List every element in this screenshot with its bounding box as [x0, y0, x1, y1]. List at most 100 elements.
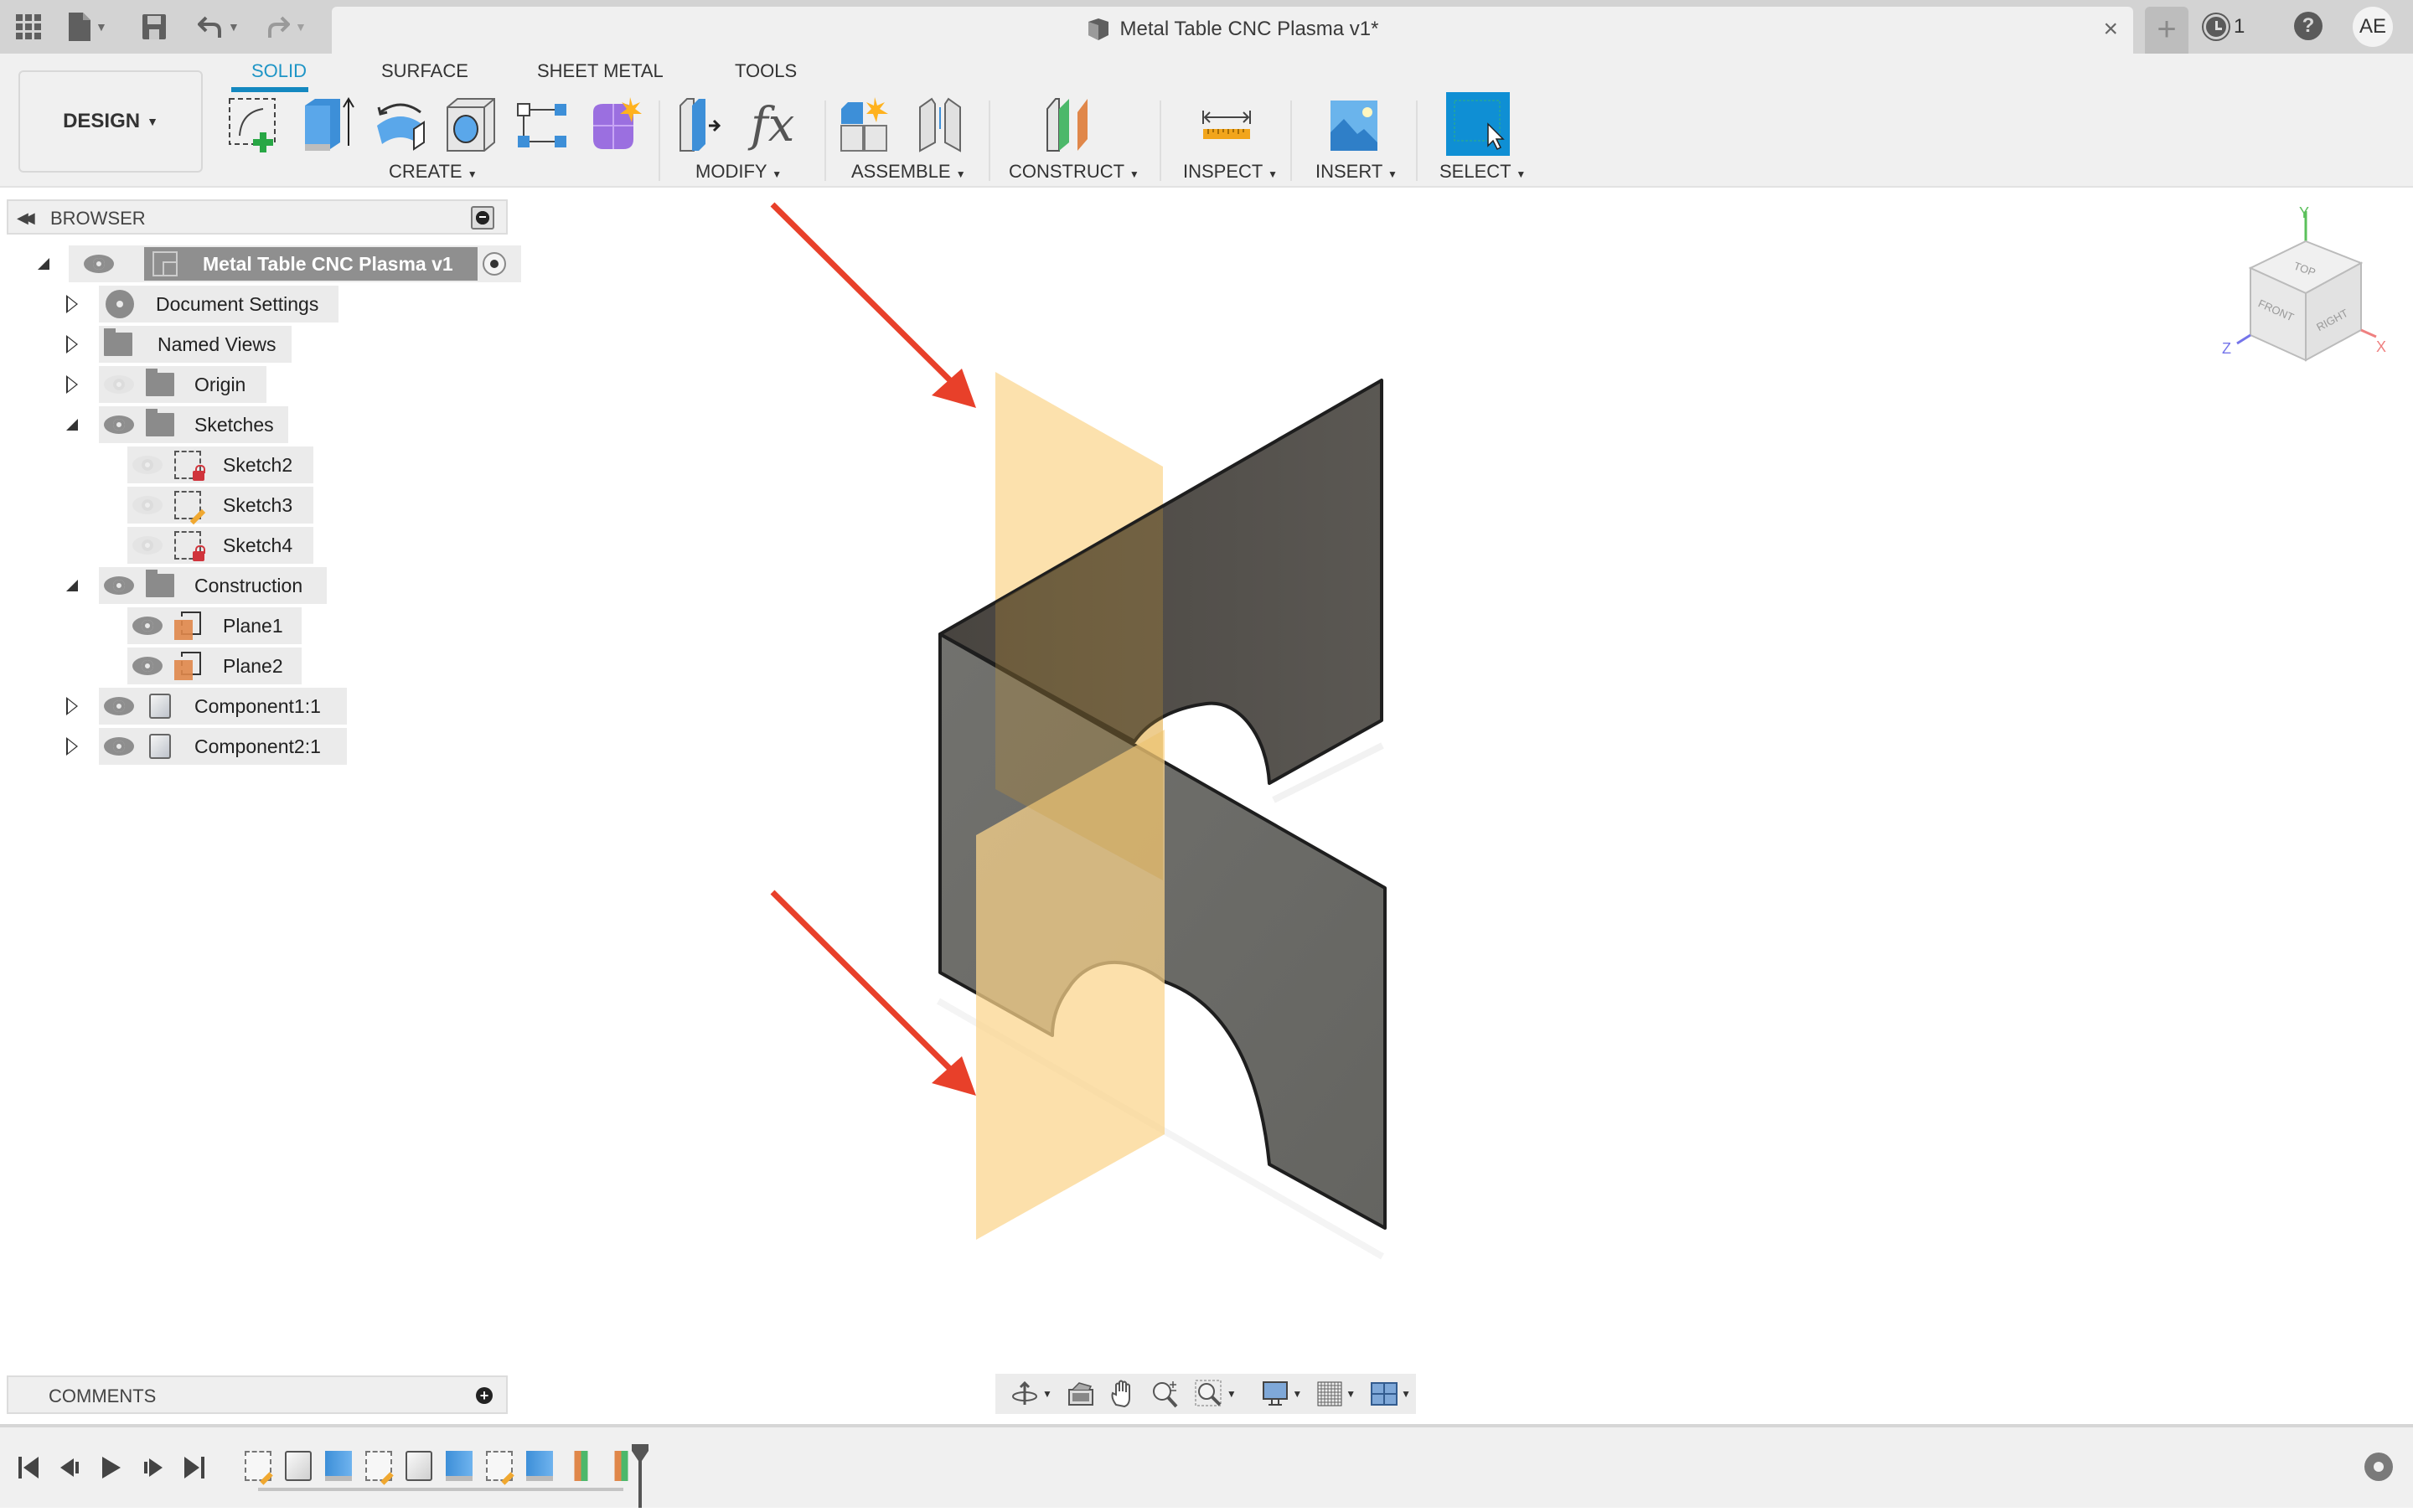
insert-menu[interactable]: INSERT ▼: [1315, 161, 1398, 183]
visibility-eye-icon[interactable]: [104, 576, 134, 595]
expand-toggle[interactable]: [62, 294, 82, 314]
visibility-hidden-icon[interactable]: [132, 456, 163, 474]
skip-to-start-icon: [18, 1457, 39, 1478]
measure-button[interactable]: [1198, 95, 1255, 154]
browser-minimize-button[interactable]: [471, 206, 494, 230]
3d-viewport[interactable]: [0, 189, 2413, 1370]
visibility-hidden-icon[interactable]: [104, 375, 134, 394]
workspace-switcher[interactable]: DESIGN ▼: [18, 70, 203, 173]
undo-button[interactable]: ▼: [198, 10, 240, 44]
expand-toggle[interactable]: [34, 254, 54, 274]
root-label-highlight[interactable]: Metal Table CNC Plasma v1: [144, 247, 478, 281]
timeline-feature-extrude[interactable]: [526, 1451, 553, 1481]
revolve-button[interactable]: [372, 95, 429, 154]
create-sketch-button[interactable]: [226, 95, 283, 154]
grid-snaps-button[interactable]: ▼: [1312, 1377, 1361, 1411]
viewcube[interactable]: Y TOP FRONT RIGHT Z X: [2212, 201, 2396, 377]
select-menu[interactable]: SELECT ▼: [1439, 161, 1526, 183]
document-tab[interactable]: Metal Table CNC Plasma v1* ×: [332, 7, 2133, 54]
new-component-button[interactable]: [838, 95, 895, 154]
timeline-last-button[interactable]: [179, 1453, 209, 1483]
activate-component-radio[interactable]: [483, 252, 506, 276]
tab-sheet-metal[interactable]: SHEET METAL: [537, 60, 664, 82]
visibility-eye-icon[interactable]: [132, 617, 163, 635]
visibility-eye-icon[interactable]: [104, 737, 134, 756]
visibility-eye-icon[interactable]: [132, 657, 163, 675]
job-status-button[interactable]: 1: [2204, 12, 2245, 42]
look-at-button[interactable]: [1062, 1377, 1099, 1411]
offset-plane-button[interactable]: [1044, 95, 1101, 154]
tab-tools[interactable]: TOOLS: [735, 60, 797, 82]
press-pull-button[interactable]: [677, 95, 734, 154]
help-button[interactable]: ?: [2294, 12, 2323, 40]
timeline-feature-component[interactable]: [285, 1451, 312, 1481]
construct-menu[interactable]: CONSTRUCT ▼: [1009, 161, 1139, 183]
chevron-down-icon: ▼: [96, 20, 107, 34]
zoom-icon: [1152, 1381, 1178, 1408]
expand-toggle[interactable]: [62, 334, 82, 354]
collapse-panel-icon[interactable]: ◀◀: [17, 209, 35, 227]
orbit-button[interactable]: ▼: [1005, 1377, 1057, 1411]
expand-toggle[interactable]: [62, 575, 82, 596]
pan-button[interactable]: [1104, 1377, 1141, 1411]
fit-button[interactable]: ▼: [1190, 1377, 1242, 1411]
visibility-eye-icon[interactable]: [104, 415, 134, 434]
assemble-menu[interactable]: ASSEMBLE ▼: [851, 161, 966, 183]
viewports-button[interactable]: ▼: [1366, 1377, 1416, 1411]
inspect-menu[interactable]: INSPECT ▼: [1183, 161, 1278, 183]
display-settings-button[interactable]: ▼: [1257, 1377, 1307, 1411]
create-menu[interactable]: CREATE ▼: [389, 161, 478, 183]
timeline-settings-gear-icon[interactable]: [2364, 1453, 2393, 1481]
file-menu-button[interactable]: ▼: [69, 10, 107, 44]
expand-toggle[interactable]: [62, 736, 82, 756]
visibility-hidden-icon[interactable]: [132, 536, 163, 555]
construction-plane-icon: [174, 652, 201, 680]
redo-button[interactable]: ▼: [265, 10, 307, 44]
timeline-play-button[interactable]: [96, 1453, 126, 1483]
timeline-playhead[interactable]: [632, 1444, 648, 1508]
save-icon: [142, 14, 166, 39]
hole-button[interactable]: [442, 95, 499, 154]
timeline-next-button[interactable]: [137, 1453, 168, 1483]
extrude-button[interactable]: [300, 95, 357, 154]
close-tab-button[interactable]: ×: [2103, 15, 2118, 44]
tab-surface[interactable]: SURFACE: [381, 60, 468, 82]
timeline-feature-component[interactable]: [406, 1451, 432, 1481]
select-button[interactable]: [1446, 92, 1510, 156]
chevron-expanded-icon: [38, 258, 49, 270]
visibility-eye-icon[interactable]: [104, 697, 134, 715]
visibility-hidden-icon[interactable]: [132, 496, 163, 514]
insert-image-button[interactable]: [1325, 95, 1382, 154]
divider: [1290, 101, 1292, 181]
chevron-down-icon: ▼: [1387, 168, 1398, 180]
app-grid-icon[interactable]: [15, 10, 42, 44]
add-comment-button[interactable]: +: [476, 1387, 493, 1404]
user-avatar[interactable]: AE: [2353, 7, 2393, 47]
pattern-button[interactable]: [514, 95, 571, 154]
chevron-right-icon: [66, 295, 78, 313]
timeline-feature-plane[interactable]: [607, 1451, 633, 1481]
visibility-eye-icon[interactable]: [84, 255, 114, 273]
parameters-button[interactable]: fx: [747, 95, 804, 154]
step-back-icon: [60, 1458, 79, 1477]
timeline-feature-extrude[interactable]: [325, 1451, 352, 1481]
new-tab-button[interactable]: +: [2145, 7, 2188, 54]
expand-toggle[interactable]: [62, 696, 82, 716]
timeline-feature-extrude[interactable]: [446, 1451, 473, 1481]
timeline-first-button[interactable]: [13, 1453, 44, 1483]
expand-toggle[interactable]: [62, 374, 82, 395]
timeline-previous-button[interactable]: [55, 1453, 85, 1483]
browser-panel-header: ◀◀ BROWSER: [7, 199, 508, 235]
timeline-feature-plane[interactable]: [566, 1451, 593, 1481]
save-button[interactable]: [142, 10, 166, 44]
create-form-button[interactable]: [586, 95, 643, 154]
modify-menu[interactable]: MODIFY ▼: [695, 161, 782, 183]
timeline-feature-sketch[interactable]: [245, 1451, 271, 1481]
joint-button[interactable]: [912, 95, 969, 154]
expand-toggle[interactable]: [62, 415, 82, 435]
zoom-button[interactable]: [1146, 1377, 1185, 1411]
tab-solid[interactable]: SOLID: [251, 60, 307, 82]
chevron-right-icon: [66, 737, 78, 756]
timeline-feature-sketch[interactable]: [486, 1451, 513, 1481]
timeline-feature-sketch[interactable]: [365, 1451, 392, 1481]
